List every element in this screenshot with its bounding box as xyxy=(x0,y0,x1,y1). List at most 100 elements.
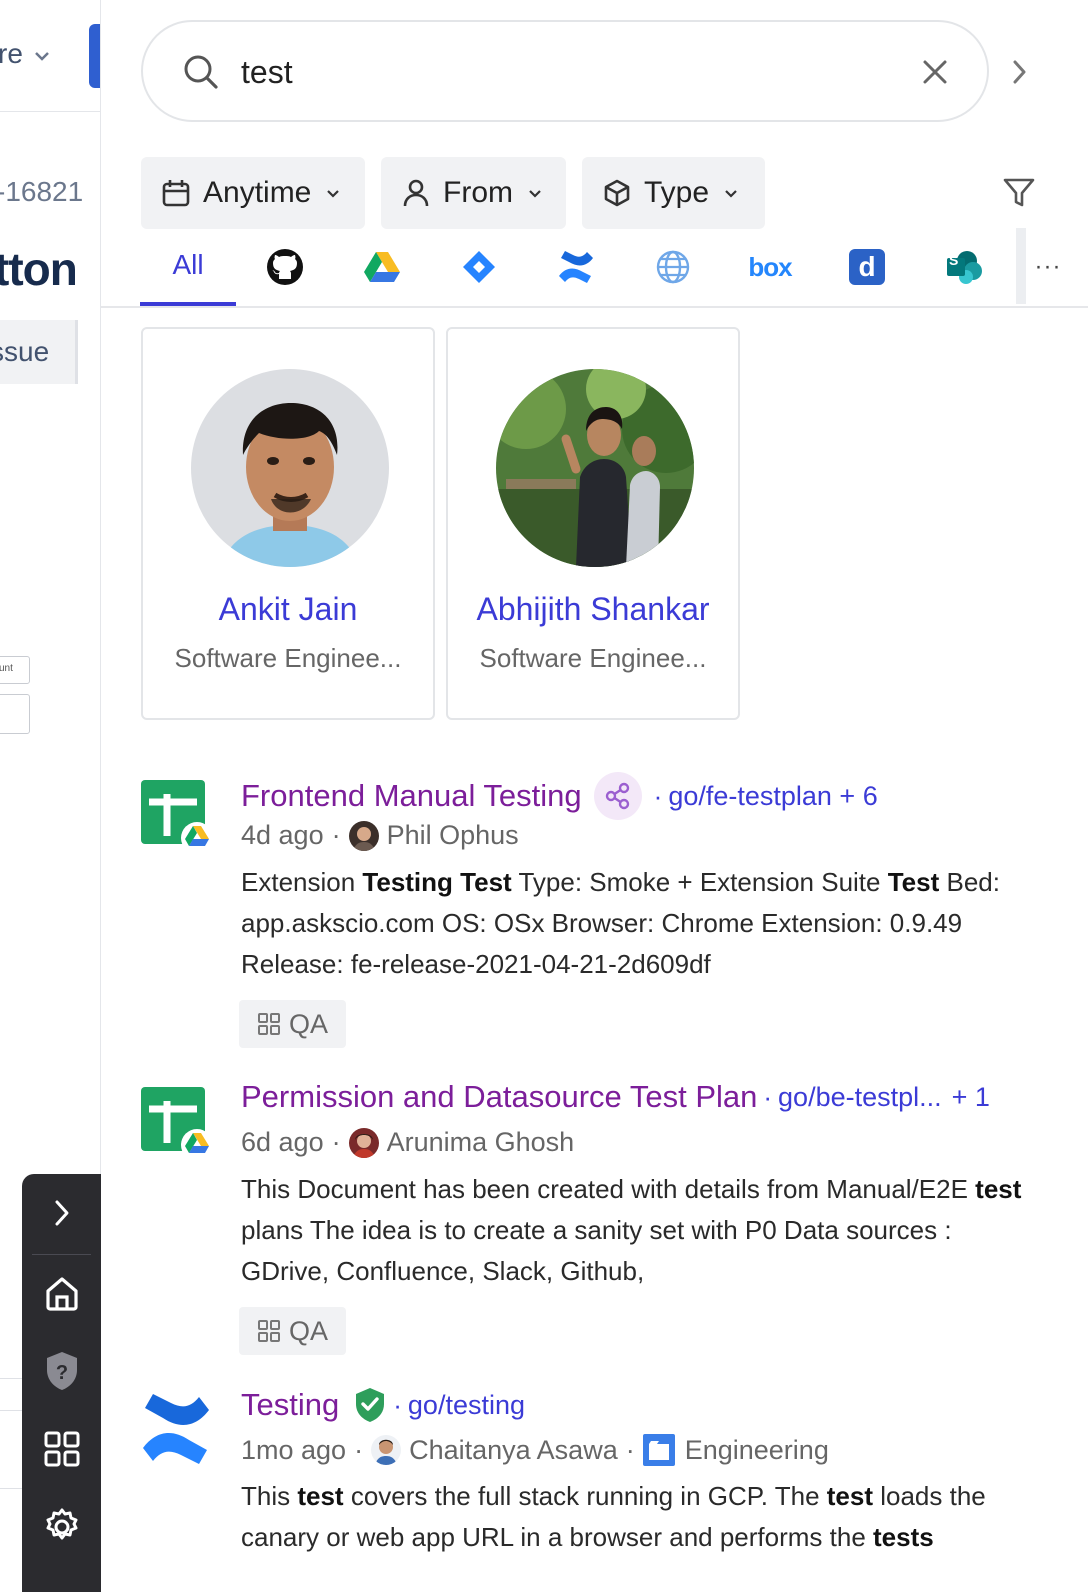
chevron-down-icon xyxy=(327,190,340,198)
filter-from-button[interactable]: From xyxy=(381,157,566,229)
snippet-highlight: test xyxy=(297,1481,344,1511)
tab-sharepoint[interactable]: S xyxy=(916,228,1012,306)
close-icon[interactable] xyxy=(919,56,951,88)
snippet-text: covers the full stack running in GCP. Th… xyxy=(343,1481,827,1511)
filter-type-button[interactable]: Type xyxy=(582,157,765,229)
author-avatar xyxy=(348,820,379,851)
background-primary-button[interactable] xyxy=(89,24,100,88)
search-box[interactable] xyxy=(141,20,989,122)
confluence-icon xyxy=(559,251,593,283)
result-title[interactable]: Testing xyxy=(241,1387,339,1423)
snippet-highlight: test xyxy=(826,1481,874,1511)
snippet-text: This Document has been created with deta… xyxy=(241,1174,976,1204)
snippet-highlight: tests xyxy=(873,1522,934,1552)
snippet-highlight: Testing xyxy=(362,867,453,897)
snippet-text: plans The idea is to create a sanity set… xyxy=(241,1215,952,1286)
home-button[interactable] xyxy=(22,1258,101,1328)
person-icon xyxy=(403,179,429,207)
confluence-space-icon xyxy=(642,1434,675,1466)
separator-dot: · xyxy=(625,1434,635,1465)
result-tag[interactable]: QA xyxy=(239,1000,347,1048)
background-menu[interactable]: re xyxy=(0,38,51,70)
tab-web[interactable] xyxy=(625,228,721,306)
chevron-right-icon[interactable] xyxy=(1009,58,1029,86)
result-tag-label: QA xyxy=(289,1008,329,1039)
svg-text:?: ? xyxy=(55,1362,67,1384)
tab-jira[interactable] xyxy=(431,228,527,306)
person-title: Software Enginee... xyxy=(174,643,402,673)
globe-icon xyxy=(656,250,690,284)
result-golink-extra[interactable]: + 1 xyxy=(952,1082,990,1113)
person-title: Software Enginee... xyxy=(479,643,707,673)
home-icon xyxy=(45,1277,78,1311)
grid-icon xyxy=(258,1013,280,1035)
d-logo-letter: d xyxy=(858,251,876,282)
background-small-input[interactable] xyxy=(0,694,30,734)
result-title-row: Frontend Manual Testing · go/fe-testplan… xyxy=(241,772,878,820)
snippet-highlight: Test xyxy=(460,867,512,897)
result-age: 1mo ago xyxy=(241,1434,347,1465)
snippet-highlight: Test xyxy=(887,867,940,897)
result-author[interactable]: Chaitanya Asawa xyxy=(409,1435,618,1466)
tab-github[interactable] xyxy=(237,228,333,306)
help-shield-button[interactable]: ? xyxy=(22,1336,101,1406)
person-name[interactable]: Ankit Jain xyxy=(143,591,433,628)
settings-button[interactable] xyxy=(22,1492,101,1562)
author-avatar xyxy=(371,1435,402,1465)
background-issue-id: -16821 xyxy=(0,176,84,207)
apps-button[interactable] xyxy=(22,1414,101,1484)
filter-anytime-button[interactable]: Anytime xyxy=(141,157,365,229)
result-tag-label: QA xyxy=(289,1315,329,1346)
result-space[interactable]: Engineering xyxy=(685,1435,829,1466)
tabs-divider xyxy=(101,306,1088,308)
person-card[interactable]: Ankit Jain Software Enginee... xyxy=(141,327,435,720)
person-photo-icon xyxy=(496,369,694,567)
divider xyxy=(32,1254,91,1255)
separator-dot: · xyxy=(653,780,663,811)
separator-dot: · xyxy=(763,1081,773,1112)
result-snippet: This Document has been created with deta… xyxy=(241,1169,1041,1292)
verified-shield-icon xyxy=(356,1388,385,1422)
tab-all[interactable]: All xyxy=(140,228,236,306)
search-result[interactable]: Frontend Manual Testing · go/fe-testplan… xyxy=(141,772,1061,1072)
snippet-text: This xyxy=(241,1481,298,1511)
search-result[interactable]: Testing · go/testing 1mo ago · Chaitanya… xyxy=(141,1386,1061,1592)
result-title-row: Permission and Datasource Test Plan · go… xyxy=(241,1079,990,1115)
more-icon: ··· xyxy=(1034,253,1062,280)
result-golink[interactable]: go/testing xyxy=(408,1390,525,1421)
share-icon xyxy=(605,782,629,810)
expand-toolbar-button[interactable] xyxy=(22,1178,101,1248)
google-sheets-icon xyxy=(141,780,213,852)
google-drive-icon xyxy=(364,252,400,282)
share-button[interactable] xyxy=(593,772,642,820)
tab-box[interactable]: box xyxy=(722,228,818,306)
background-menu-label: re xyxy=(0,38,23,69)
result-title[interactable]: Frontend Manual Testing xyxy=(241,778,582,814)
result-golink[interactable]: go/be-testpl... xyxy=(778,1082,942,1113)
result-snippet: Extension Testing Test Type: Smoke + Ext… xyxy=(241,862,1041,985)
d-logo-icon: d xyxy=(849,249,885,285)
box-logo-icon: box xyxy=(748,251,792,282)
result-author[interactable]: Phil Ophus xyxy=(387,820,519,851)
result-snippet: This test covers the full stack running … xyxy=(241,1476,1041,1558)
result-tag[interactable]: QA xyxy=(239,1307,347,1355)
author-avatar xyxy=(348,1127,379,1158)
person-name[interactable]: Abhijith Shankar xyxy=(448,591,738,628)
background-tab[interactable]: ssue xyxy=(0,320,78,384)
result-author[interactable]: Arunima Ghosh xyxy=(387,1127,575,1158)
result-golink[interactable]: go/fe-testplan + 6 xyxy=(668,781,877,812)
tab-confluence[interactable] xyxy=(528,228,624,306)
background-topbar: re xyxy=(0,0,100,112)
search-result[interactable]: Permission and Datasource Test Plan · go… xyxy=(141,1079,1061,1379)
grid-icon xyxy=(44,1431,79,1467)
filter-anytime-label: Anytime xyxy=(203,176,312,209)
separator-dot: · xyxy=(393,1389,402,1420)
tab-dropbox-paper[interactable]: d xyxy=(819,228,915,306)
funnel-filter-icon[interactable] xyxy=(1002,176,1036,210)
result-title[interactable]: Permission and Datasource Test Plan xyxy=(241,1079,757,1115)
person-card[interactable]: Abhijith Shankar Software Enginee... xyxy=(446,327,740,720)
result-age: 6d ago xyxy=(241,1127,324,1157)
search-input[interactable] xyxy=(241,48,881,96)
tab-more[interactable]: ··· xyxy=(1000,228,1088,306)
tab-google-drive[interactable] xyxy=(334,228,430,306)
